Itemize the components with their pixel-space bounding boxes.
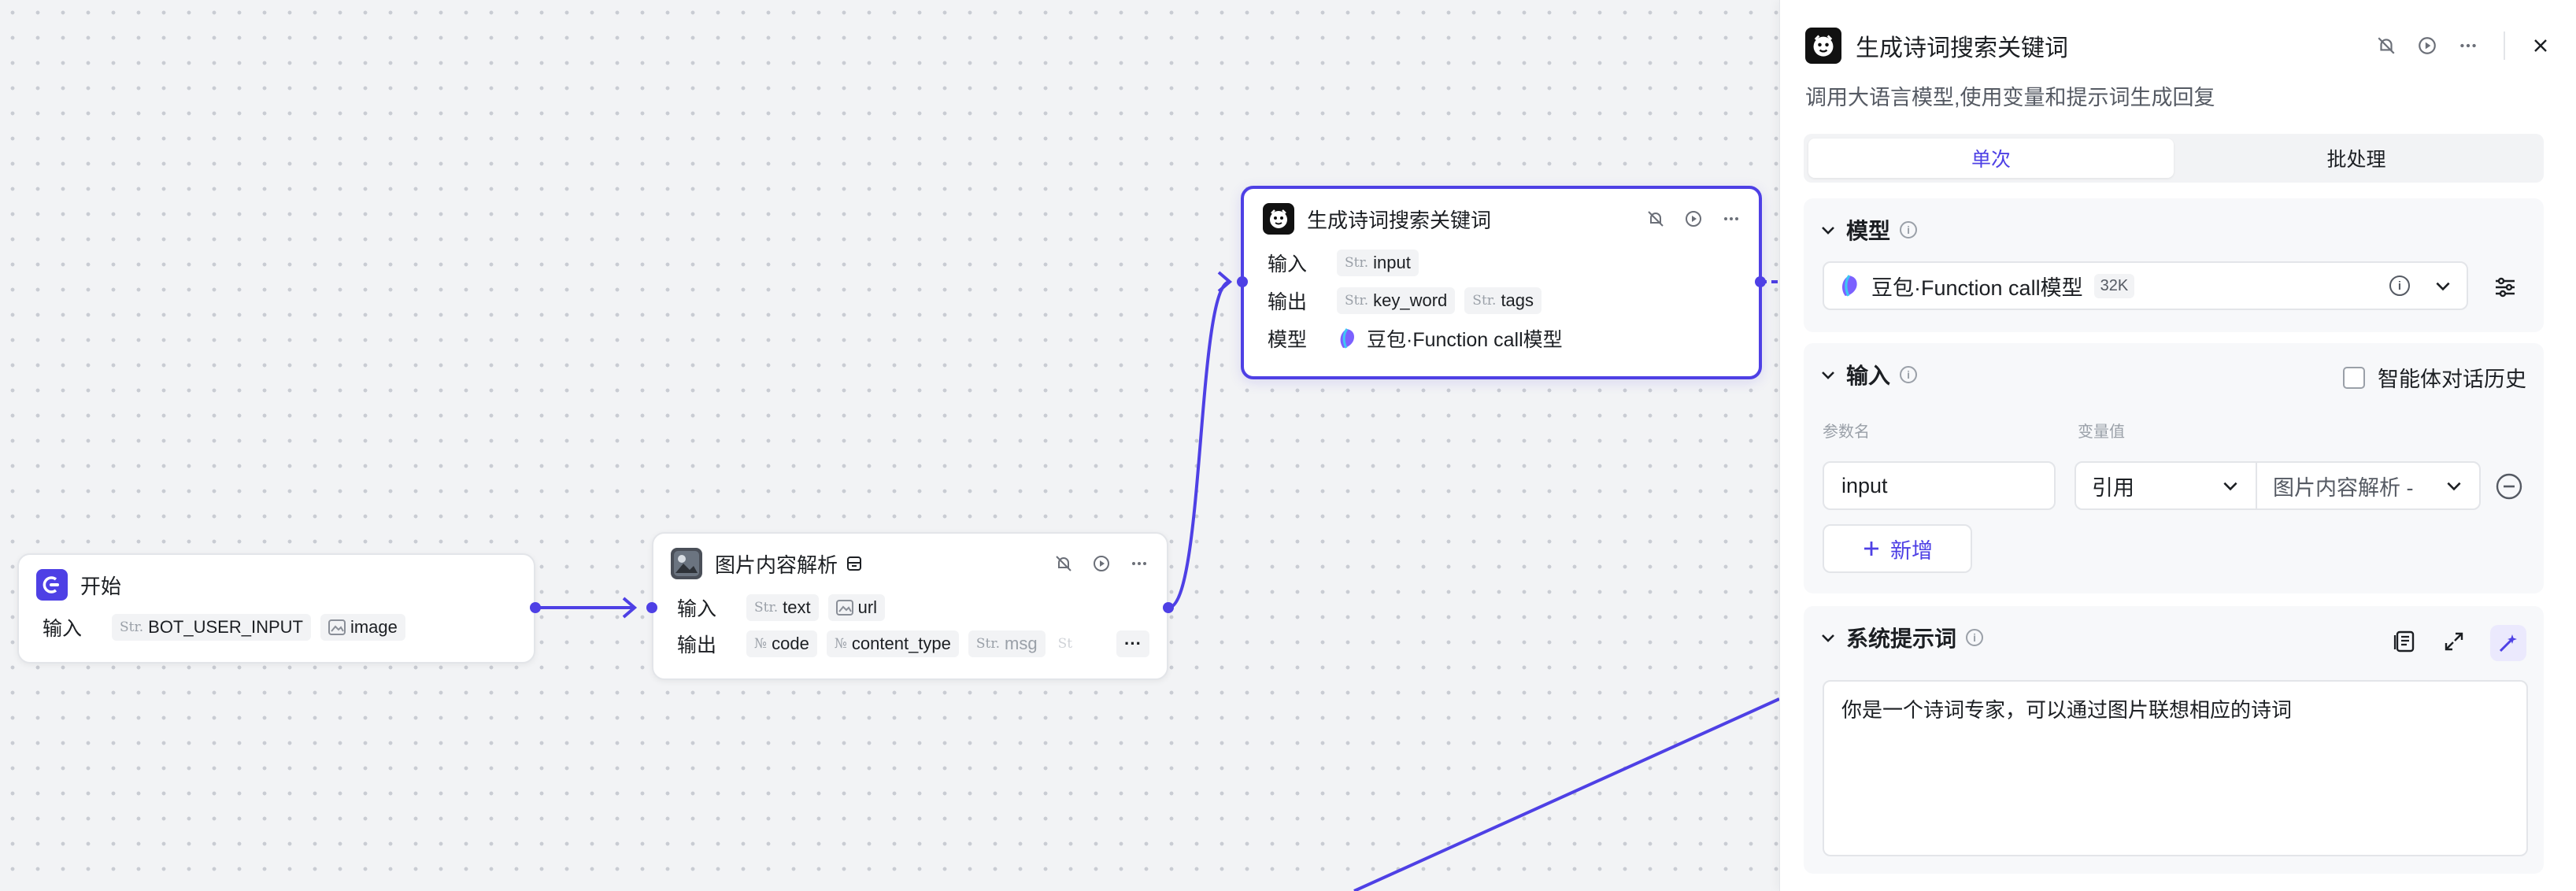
image-icon xyxy=(328,619,346,635)
tab-batch[interactable]: 批处理 xyxy=(2174,139,2539,178)
node-llm[interactable]: 生成诗词搜索关键词 输入 Str. input 输出 Str. key_word S… xyxy=(1241,186,1762,379)
chevron-down-icon xyxy=(2447,482,2461,491)
value-mode-select[interactable]: 引用 xyxy=(2074,461,2257,510)
llm-icon xyxy=(1263,203,1294,235)
param-tag: image xyxy=(320,614,405,641)
doubao-logo-icon xyxy=(1841,275,1857,297)
node-settings-panel: 生成诗词搜索关键词 调用大语言模型,使用变量和提示词生成回复 单次 批处理 模型 xyxy=(1779,0,2576,891)
edge-image-to-llm xyxy=(1168,280,1231,609)
section-title: 输入 xyxy=(1846,364,1891,388)
input-label: 输入 xyxy=(677,598,717,620)
more-outputs-button[interactable]: ··· xyxy=(1116,630,1149,657)
model-select[interactable]: 豆包·Function call模型 32K i xyxy=(1823,261,2468,310)
close-icon[interactable] xyxy=(2529,34,2552,57)
column-header-param: 参数名 xyxy=(1823,423,1870,441)
param-tag-faded: St xyxy=(1057,636,1073,652)
node-image-parse[interactable]: 图片内容解析 输入 Str. text url 输出 № code № cont… xyxy=(652,532,1168,680)
run-icon[interactable] xyxy=(1090,552,1113,575)
input-label: 输入 xyxy=(43,618,83,640)
param-tag: Str. tags xyxy=(1464,287,1542,314)
edge-lower xyxy=(1353,697,1779,891)
info-icon[interactable]: i xyxy=(2389,275,2410,296)
param-tag: Str. BOT_USER_INPUT xyxy=(112,614,311,641)
column-header-value: 变量值 xyxy=(2078,423,2125,441)
workflow-canvas[interactable]: 开始 输入 Str. BOT_USER_INPUT image 图片内容解析 输… xyxy=(0,0,1779,891)
node-title: 开始 xyxy=(80,574,122,598)
arrow-head-image xyxy=(622,597,638,619)
system-prompt-section: 系统提示词 i 你是一个诗词专家，可以通过图片联想相应的诗词 xyxy=(1804,606,2544,874)
model-label: 模型 xyxy=(1268,329,1308,351)
model-select-value: 豆包·Function call模型 xyxy=(1871,275,2083,300)
info-icon[interactable]: i xyxy=(1966,629,1984,646)
arrow-head-llm xyxy=(1217,271,1233,293)
divider xyxy=(2504,31,2505,60)
model-name: 豆包·Function call模型 xyxy=(1367,329,1563,351)
llm-icon xyxy=(1805,28,1841,64)
tab-single[interactable]: 单次 xyxy=(1808,139,2174,178)
edges-layer xyxy=(535,271,1779,891)
system-prompt-textarea[interactable]: 你是一个诗词专家，可以通过图片联想相应的诗词 xyxy=(1823,680,2528,856)
input-label: 输入 xyxy=(1268,253,1308,275)
mode-tabs: 单次 批处理 xyxy=(1804,134,2544,183)
chevron-down-icon xyxy=(2436,282,2450,291)
bell-off-icon[interactable] xyxy=(1644,207,1667,231)
model-settings-icon[interactable] xyxy=(2492,274,2519,301)
chat-history-toggle[interactable]: 智能体对话历史 xyxy=(2343,362,2526,393)
info-icon[interactable]: i xyxy=(1900,366,1918,383)
port-start-out[interactable] xyxy=(530,602,541,613)
more-icon[interactable] xyxy=(1127,552,1151,575)
image-icon xyxy=(835,600,853,616)
prompt-library-icon[interactable] xyxy=(2393,629,2418,658)
run-icon[interactable] xyxy=(1682,207,1705,231)
ai-optimize-icon[interactable] xyxy=(2490,625,2526,661)
node-start[interactable]: 开始 输入 Str. BOT_USER_INPUT image xyxy=(17,553,535,664)
chevron-down-icon[interactable] xyxy=(1819,221,1837,238)
panel-description: 调用大语言模型,使用变量和提示词生成回复 xyxy=(1805,86,2215,109)
param-tag: Str. input xyxy=(1337,250,1419,276)
port-llm-in[interactable] xyxy=(1237,276,1248,287)
expand-icon[interactable] xyxy=(2441,629,2467,658)
model-section: 模型 i 豆包·Function call模型 32K i xyxy=(1804,198,2544,332)
bell-off-icon[interactable] xyxy=(2374,34,2398,57)
port-llm-out[interactable] xyxy=(1755,276,1766,287)
more-icon[interactable] xyxy=(1719,207,1743,231)
chevron-down-icon xyxy=(2223,482,2237,491)
input-section: 输入 i 智能体对话历史 参数名 变量值 input 引用 图片内容解析 - 新… xyxy=(1804,343,2544,593)
image-plugin-icon xyxy=(671,548,702,579)
more-icon[interactable] xyxy=(2456,34,2480,57)
plugin-badge-icon xyxy=(847,556,862,571)
section-title: 模型 xyxy=(1846,219,1891,243)
output-label: 输出 xyxy=(1268,291,1308,313)
node-title: 图片内容解析 xyxy=(715,553,838,577)
context-badge: 32K xyxy=(2093,273,2135,298)
node-title: 生成诗词搜索关键词 xyxy=(1307,208,1492,232)
param-tag: Str. key_word xyxy=(1337,287,1456,314)
param-tag: № content_type xyxy=(826,630,959,657)
start-icon xyxy=(36,569,68,601)
param-tag: Str. text xyxy=(746,594,819,621)
param-tag: url xyxy=(827,594,886,621)
remove-param-icon[interactable] xyxy=(2495,472,2523,501)
param-name-input[interactable]: input xyxy=(1823,461,2056,510)
port-image-out[interactable] xyxy=(1163,602,1174,613)
param-tag: Str. msg xyxy=(968,630,1046,657)
add-param-button[interactable]: 新增 xyxy=(1823,524,1972,573)
chevron-down-icon[interactable] xyxy=(1819,629,1837,646)
value-ref-select[interactable]: 图片内容解析 - xyxy=(2256,461,2481,510)
doubao-logo-icon xyxy=(1340,328,1354,349)
info-icon[interactable]: i xyxy=(1900,221,1918,238)
run-icon[interactable] xyxy=(2415,34,2439,57)
chevron-down-icon[interactable] xyxy=(1819,366,1837,383)
bell-off-icon[interactable] xyxy=(1052,552,1075,575)
plus-icon xyxy=(1864,542,1878,556)
param-tag: № code xyxy=(746,630,817,657)
panel-title[interactable]: 生成诗词搜索关键词 xyxy=(1856,28,2068,63)
section-title: 系统提示词 xyxy=(1846,627,1957,651)
chat-history-label: 智能体对话历史 xyxy=(2378,368,2526,391)
output-label: 输出 xyxy=(677,634,717,656)
port-image-in[interactable] xyxy=(646,602,657,613)
chat-history-checkbox[interactable] xyxy=(2343,366,2365,389)
